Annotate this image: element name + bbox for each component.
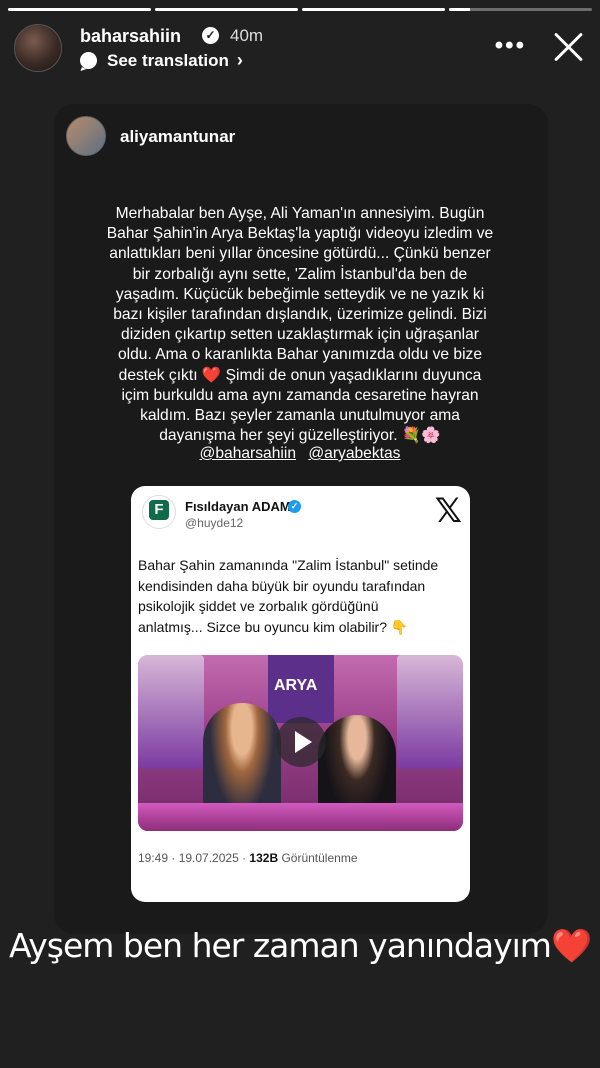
- text-line: bir zorbalığı aynı sette, 'Zalim İstanbu…: [132, 265, 468, 283]
- avatar[interactable]: [14, 24, 62, 72]
- story-caption: Ayşem ben her zaman yanındayım❤️: [0, 924, 600, 968]
- text-line: anlattıkları beni yıllar öncesine götürd…: [109, 245, 491, 263]
- tweet-text: Bahar Şahin zamanında "Zalim İstanbul" s…: [138, 555, 464, 637]
- backdrop-sign: ARYA: [268, 655, 334, 723]
- tweet-text-line: psikolojik şiddet ve zorbalık gördüğünü: [138, 598, 379, 614]
- tweet-view-count: 132B: [249, 851, 279, 865]
- play-icon[interactable]: [276, 717, 326, 767]
- story-username[interactable]: baharsahiin: [80, 26, 181, 47]
- repost-avatar[interactable]: [66, 116, 106, 156]
- story-header: baharsahiin ✓ 40m See translation › •••: [14, 22, 586, 76]
- text-line: Bahar Şahin'in Arya Bektaş'la yaptığı vi…: [106, 225, 494, 243]
- mentions: @baharsahiin @aryabektas: [90, 445, 510, 463]
- close-icon[interactable]: [552, 30, 584, 62]
- text-line: içim burkuldu ama aynı zamanda cesaretin…: [121, 386, 479, 404]
- text-line: dayanışma her şeyi güzelleştiriyor. 💐🌸: [159, 427, 441, 445]
- see-translation-button[interactable]: See translation ›: [80, 50, 243, 71]
- mention-link[interactable]: @baharsahiin: [200, 445, 296, 462]
- tweet-text-line: Bahar Şahin zamanında "Zalim İstanbul" s…: [138, 557, 439, 573]
- chevron-right-icon: ›: [236, 50, 243, 70]
- tweet-author-handle: @huyde12: [185, 516, 244, 530]
- tweet-meta: 19:49 · 19.07.2025 · 132B Görüntülenme: [138, 851, 358, 865]
- text-line: bazı kişiler tarafından dışlandık, üzeri…: [113, 306, 487, 324]
- heart-icon: ❤️: [550, 926, 592, 965]
- x-logo-icon: 𝕏: [434, 491, 462, 531]
- backdrop-panel: [138, 655, 204, 769]
- progress-segment: [449, 8, 592, 11]
- sign-text: ARYA: [274, 677, 318, 694]
- tweet-text-line: kendisinden daha büyük bir oyundu tarafı…: [138, 577, 426, 594]
- verified-badge-icon: ✓: [288, 500, 301, 513]
- tweet-timestamp: 19:49 · 19.07.2025 ·: [138, 851, 250, 865]
- account-logo: F: [142, 495, 176, 529]
- repost-text: Merhabalar ben Ayşe, Ali Yaman'ın annesi…: [90, 204, 510, 446]
- more-options-icon[interactable]: •••: [495, 32, 526, 60]
- tweet-views-label: Görüntülenme: [278, 851, 358, 865]
- table-surface: [138, 803, 463, 831]
- tweet-text-line: anlatmış... Sizce bu oyuncu kim olabilir…: [138, 618, 409, 635]
- mention-link[interactable]: @aryabektas: [308, 445, 400, 462]
- story-progress-bar: [8, 8, 592, 11]
- caption-text: Ayşem ben her zaman yanındayım: [8, 926, 552, 965]
- text-line: destek çıktı ❤️ Şimdi de onun yaşadıklar…: [118, 366, 482, 384]
- chat-bubble-icon: [80, 52, 97, 69]
- backdrop-panel: [397, 655, 463, 769]
- see-translation-label: See translation: [107, 50, 229, 70]
- tweet-author-name: Fısıldayan ADAM: [185, 499, 291, 514]
- repost-username[interactable]: aliyamantunar: [120, 127, 235, 147]
- progress-segment: [302, 8, 445, 11]
- progress-segment: [8, 8, 151, 11]
- tweet-card[interactable]: F Fısıldayan ADAM ✓ @huyde12 𝕏 Bahar Şah…: [131, 486, 470, 902]
- verified-badge-icon: ✓: [202, 27, 219, 44]
- video-thumbnail[interactable]: ARYA: [138, 655, 463, 831]
- text-line: kaldım. Bazı şeyler zamanla unutulmuyor …: [140, 407, 460, 425]
- text-line: diziden çıkartıp setten uzaklaştırmak iç…: [121, 326, 479, 344]
- story-time: 40m: [230, 26, 264, 45]
- text-line: oldu. Ama o karanlıkta Bahar yanımızda o…: [117, 346, 483, 364]
- text-line: yaşadım. Küçücük bebeğimle setteydik ve …: [115, 285, 485, 303]
- progress-segment: [155, 8, 298, 11]
- text-line: Merhabalar ben Ayşe, Ali Yaman'ın annesi…: [115, 205, 485, 222]
